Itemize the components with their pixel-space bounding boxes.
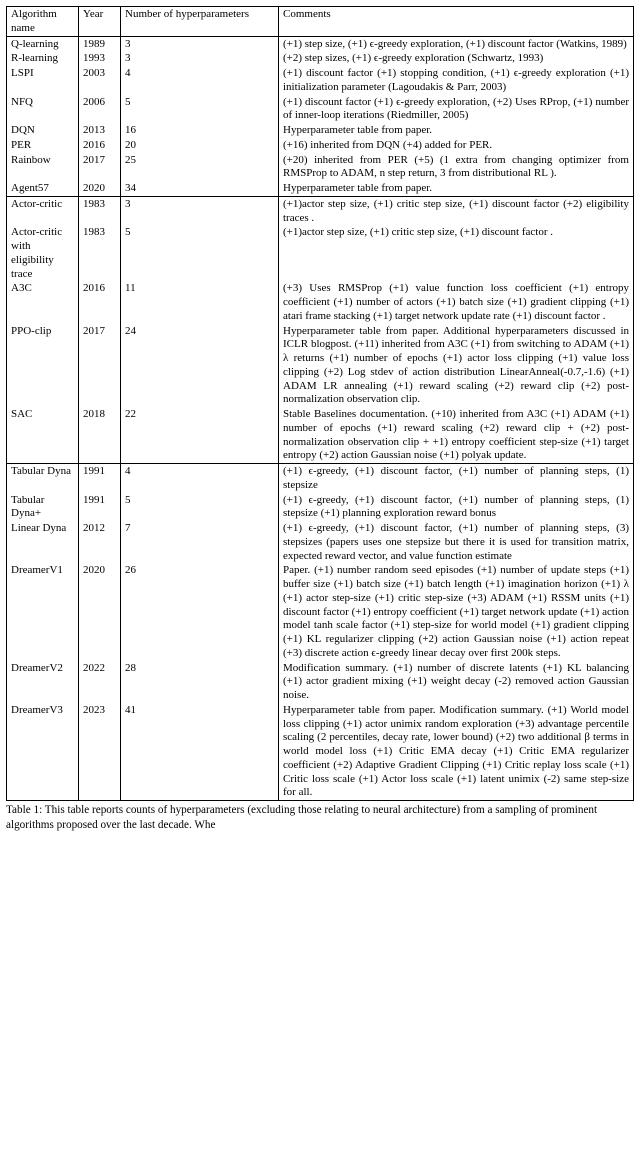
algorithm-year: 2016 <box>79 138 121 153</box>
algorithm-nhp: 22 <box>121 407 279 464</box>
algorithm-nhp: 25 <box>121 153 279 182</box>
algorithm-nhp: 3 <box>121 51 279 66</box>
algorithm-comment: (+1) ϵ-greedy, (+1) discount factor, (+1… <box>279 521 634 563</box>
algorithm-name: Tabular Dyna <box>7 464 79 493</box>
algorithm-comment: (+1) step size, (+1) ϵ-greedy exploratio… <box>279 36 634 51</box>
algorithm-name: LSPI <box>7 66 79 95</box>
algorithm-nhp: 4 <box>121 66 279 95</box>
algorithm-year: 1991 <box>79 464 121 493</box>
algorithm-nhp: 26 <box>121 563 279 660</box>
algorithm-comment: (+1)actor step size, (+1) critic step si… <box>279 196 634 225</box>
algorithm-year: 2012 <box>79 521 121 563</box>
algorithm-name: DreamerV3 <box>7 703 79 801</box>
algorithm-comment: (+1) ϵ-greedy, (+1) discount factor, (+1… <box>279 493 634 522</box>
algorithm-year: 2017 <box>79 153 121 182</box>
algorithm-nhp: 3 <box>121 196 279 225</box>
algorithm-comment: (+2) step sizes, (+1) ϵ-greedy explorati… <box>279 51 634 66</box>
algorithm-name: Actor-critic with eligibility trace <box>7 225 79 281</box>
table-caption: Table 1: This table reports counts of hy… <box>6 801 640 832</box>
algorithm-name: Linear Dyna <box>7 521 79 563</box>
algorithm-year: 1993 <box>79 51 121 66</box>
algorithm-nhp: 20 <box>121 138 279 153</box>
algorithm-comment: (+3) Uses RMSProp (+1) value function lo… <box>279 281 634 323</box>
algorithm-year: 2013 <box>79 123 121 138</box>
algorithm-nhp: 5 <box>121 225 279 281</box>
algorithm-comment: (+20) inherited from PER (+5) (1 extra f… <box>279 153 634 182</box>
algorithm-nhp: 5 <box>121 95 279 124</box>
algorithm-year: 2016 <box>79 281 121 323</box>
algorithm-name: PPO-clip <box>7 324 79 408</box>
algorithm-nhp: 11 <box>121 281 279 323</box>
header-year: Year <box>79 7 121 37</box>
algorithm-name: Tabular Dyna+ <box>7 493 79 522</box>
algorithm-comment: Hyperparameter table from paper. Additio… <box>279 324 634 408</box>
algorithm-name: DreamerV1 <box>7 563 79 660</box>
algorithm-year: 2006 <box>79 95 121 124</box>
algorithm-year: 2020 <box>79 181 121 196</box>
algorithm-year: 2022 <box>79 661 121 703</box>
algorithm-year: 2023 <box>79 703 121 801</box>
algorithm-nhp: 16 <box>121 123 279 138</box>
algorithm-nhp: 5 <box>121 493 279 522</box>
algorithm-name: SAC <box>7 407 79 464</box>
header-comments: Comments <box>279 7 634 37</box>
algorithm-comment: Hyperparameter table from paper. <box>279 123 634 138</box>
algorithm-year: 2003 <box>79 66 121 95</box>
algorithm-name: DreamerV2 <box>7 661 79 703</box>
algorithm-year: 1989 <box>79 36 121 51</box>
algorithm-comment: Stable Baselines documentation. (+10) in… <box>279 407 634 464</box>
algorithm-nhp: 34 <box>121 181 279 196</box>
algorithm-comment: Modification summary. (+1) number of dis… <box>279 661 634 703</box>
algorithm-comment: (+16) inherited from DQN (+4) added for … <box>279 138 634 153</box>
algorithm-name: Agent57 <box>7 181 79 196</box>
algorithm-nhp: 7 <box>121 521 279 563</box>
algorithm-name: DQN <box>7 123 79 138</box>
algorithm-nhp: 41 <box>121 703 279 801</box>
algorithm-name: Rainbow <box>7 153 79 182</box>
algorithm-nhp: 28 <box>121 661 279 703</box>
algorithm-year: 1983 <box>79 196 121 225</box>
algorithm-name: Actor-critic <box>7 196 79 225</box>
algorithm-comment: Paper. (+1) number random seed episodes … <box>279 563 634 660</box>
algorithm-nhp: 24 <box>121 324 279 408</box>
algorithm-name: PER <box>7 138 79 153</box>
algorithm-nhp: 4 <box>121 464 279 493</box>
algorithm-comment: Hyperparameter table from paper. Modific… <box>279 703 634 801</box>
algorithm-comment: Hyperparameter table from paper. <box>279 181 634 196</box>
algorithm-name: R-learning <box>7 51 79 66</box>
algorithm-name: A3C <box>7 281 79 323</box>
algorithm-nhp: 3 <box>121 36 279 51</box>
algorithm-comment: (+1) ϵ-greedy, (+1) discount factor, (+1… <box>279 464 634 493</box>
hyperparameters-table: Algorithm nameYearNumber of hyperparamet… <box>6 6 634 801</box>
header-nhp: Number of hyperparameters <box>121 7 279 37</box>
algorithm-year: 2018 <box>79 407 121 464</box>
algorithm-name: NFQ <box>7 95 79 124</box>
algorithm-comment: (+1) discount factor (+1) stopping condi… <box>279 66 634 95</box>
header-algo: Algorithm name <box>7 7 79 37</box>
algorithm-year: 1983 <box>79 225 121 281</box>
algorithm-year: 2020 <box>79 563 121 660</box>
algorithm-comment: (+1)actor step size, (+1) critic step si… <box>279 225 634 281</box>
algorithm-name: Q-learning <box>7 36 79 51</box>
algorithm-year: 1991 <box>79 493 121 522</box>
algorithm-comment: (+1) discount factor (+1) ϵ-greedy explo… <box>279 95 634 124</box>
algorithm-year: 2017 <box>79 324 121 408</box>
